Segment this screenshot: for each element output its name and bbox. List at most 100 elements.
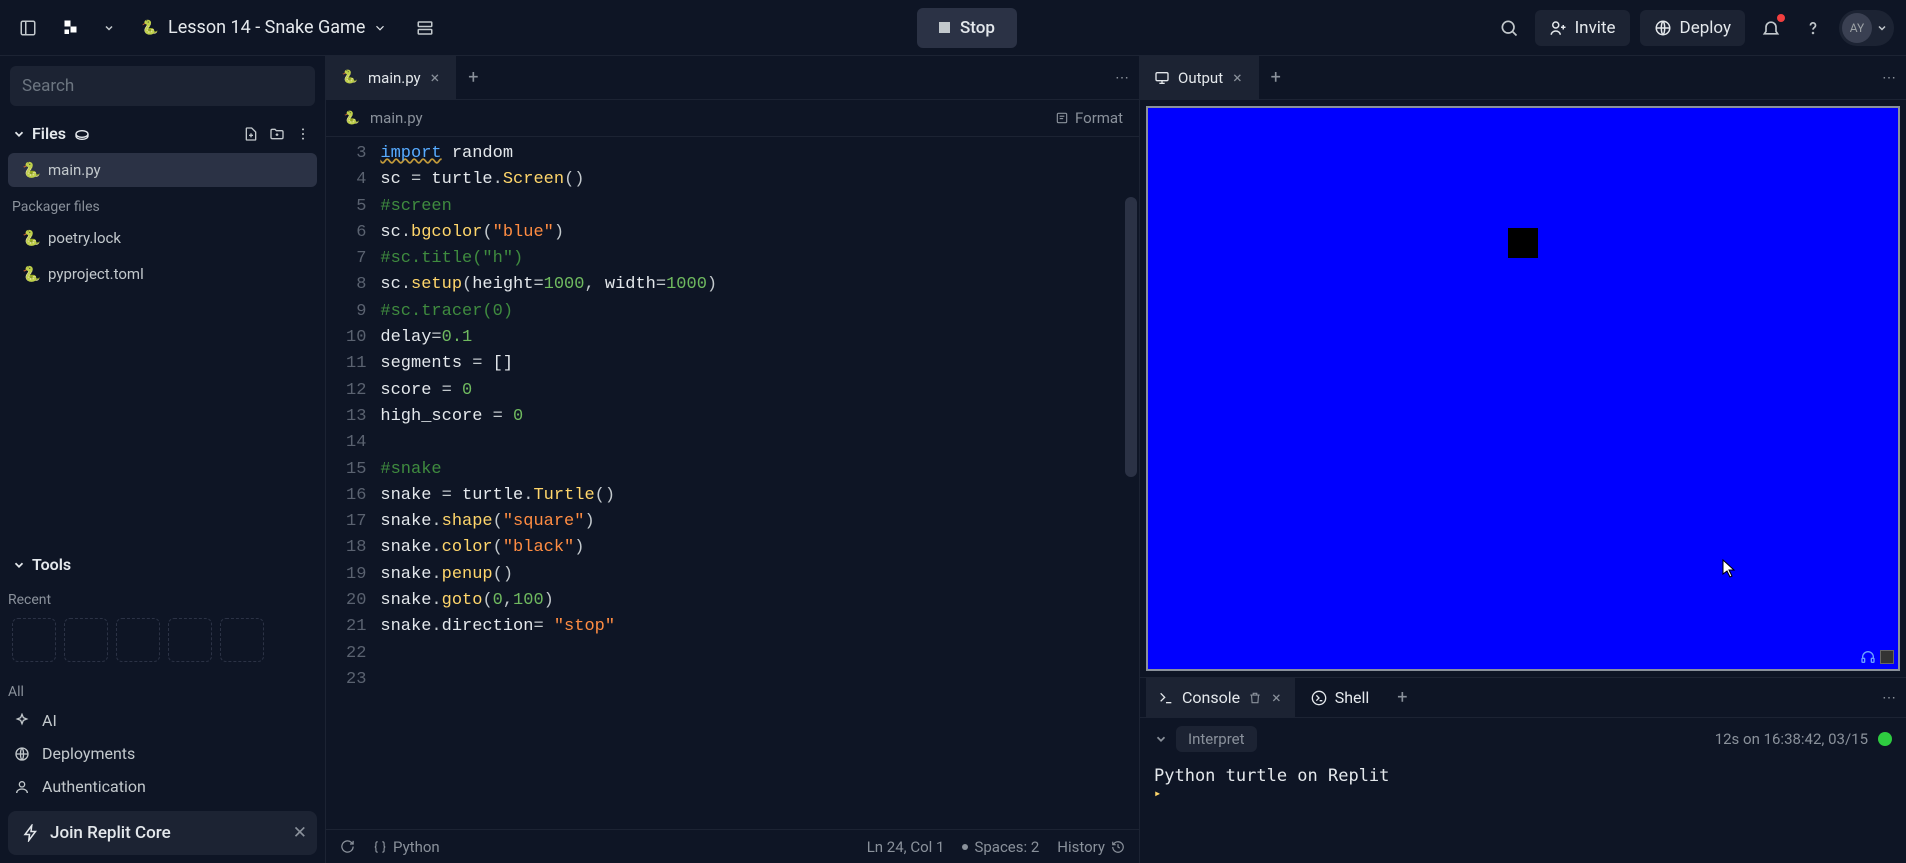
output-tab-bar: Output × + ⋯ — [1140, 56, 1906, 100]
scrollbar[interactable] — [1125, 197, 1137, 477]
tool-item-ai[interactable]: AI — [0, 704, 325, 737]
chevron-down-icon — [373, 21, 387, 35]
chevron-down-icon — [1876, 22, 1888, 34]
new-file-icon[interactable] — [241, 126, 261, 142]
history-button[interactable]: History — [1057, 838, 1125, 856]
console-status-bar: Interpret 12s on 16:38:42, 03/15 — [1140, 718, 1906, 760]
packager-label: Packager files — [0, 189, 325, 219]
trash-icon[interactable] — [1248, 691, 1262, 705]
close-tab-icon[interactable]: × — [429, 68, 442, 87]
notifications-icon[interactable] — [1755, 12, 1787, 44]
python-icon: 🐍 — [22, 265, 38, 283]
help-icon[interactable] — [1797, 12, 1829, 44]
sidebar: Search Files 🐍main.py Packager files 🐍po… — [0, 56, 326, 863]
console-output[interactable]: Python turtle on Replit ▸ — [1140, 760, 1906, 806]
deploy-icon — [14, 746, 30, 762]
language-indicator[interactable]: Python — [373, 838, 440, 856]
python-icon: 🐍 — [342, 108, 362, 128]
tab-menu-icon[interactable]: ⋯ — [1882, 690, 1896, 706]
invite-button[interactable]: Invite — [1535, 10, 1630, 46]
cursor-icon — [1722, 559, 1738, 579]
python-icon: 🐍 — [22, 161, 38, 179]
status-dot-icon — [1878, 732, 1892, 746]
spaces-indicator[interactable]: Spaces: 2 — [962, 838, 1039, 856]
search-input[interactable]: Search — [10, 66, 315, 106]
braces-icon — [373, 840, 387, 854]
new-folder-icon[interactable] — [267, 126, 287, 142]
add-tab-button[interactable]: + — [456, 67, 490, 88]
recent-label: Recent — [0, 582, 325, 612]
close-icon[interactable]: ✕ — [293, 823, 307, 843]
console-tab-bar: Console × Shell + ⋯ — [1140, 678, 1906, 718]
console-tab[interactable]: Console × — [1146, 678, 1295, 717]
code-editor[interactable]: 34567891011121314151617181920212223 impo… — [326, 137, 1139, 829]
files-section-header[interactable]: Files — [0, 116, 325, 151]
search-icon[interactable] — [1493, 12, 1525, 44]
history-icon — [1111, 840, 1125, 854]
file-item[interactable]: 🐍main.py — [8, 153, 317, 187]
format-button[interactable]: Format — [1055, 109, 1123, 127]
shell-tab[interactable]: Shell — [1299, 678, 1382, 717]
file-item[interactable]: 🐍poetry.lock — [8, 221, 317, 255]
avatar: AY — [1842, 13, 1872, 43]
add-tab-button[interactable]: + — [1385, 687, 1419, 708]
more-icon[interactable] — [293, 126, 313, 142]
headphones-icon[interactable] — [1860, 649, 1876, 665]
breadcrumb[interactable]: main.py — [370, 109, 423, 127]
interpret-chip[interactable]: Interpret — [1176, 726, 1257, 752]
lightning-icon — [22, 824, 40, 842]
resize-handle-icon[interactable] — [1880, 650, 1894, 664]
tools-section-header[interactable]: Tools — [0, 547, 325, 582]
tab-menu-icon[interactable]: ⋯ — [1115, 70, 1129, 86]
add-tab-button[interactable]: + — [1259, 67, 1293, 88]
line-gutter: 34567891011121314151617181920212223 — [326, 137, 380, 829]
close-tab-icon[interactable]: × — [1231, 68, 1244, 87]
prompt-caret: ▸ — [1154, 786, 1892, 800]
chevron-down-icon — [12, 558, 26, 572]
globe-icon — [1654, 19, 1672, 37]
replit-logo-icon[interactable] — [56, 12, 88, 44]
tool-item-deployments[interactable]: Deployments — [0, 737, 325, 770]
stop-button[interactable]: Stop — [917, 8, 1017, 48]
console-pane: Console × Shell + ⋯ Interpret 12s on 16:… — [1140, 677, 1906, 863]
snake-square — [1508, 228, 1538, 258]
file-item[interactable]: 🐍pyproject.toml — [8, 257, 317, 291]
turtle-canvas[interactable] — [1146, 106, 1900, 671]
chevron-down-icon[interactable] — [1154, 732, 1168, 746]
editor-status-bar: Python Ln 24, Col 1 Spaces: 2 History — [326, 829, 1139, 863]
python-icon: 🐍 — [140, 18, 160, 38]
cursor-position[interactable]: Ln 24, Col 1 — [867, 838, 945, 856]
right-pane: Output × + ⋯ Console — [1140, 56, 1906, 863]
chevron-down-icon[interactable] — [100, 12, 118, 44]
all-label: All — [0, 674, 325, 704]
python-icon: 🐍 — [340, 68, 360, 88]
sync-icon[interactable] — [74, 126, 90, 142]
panel-toggle-icon[interactable] — [12, 12, 44, 44]
stop-icon — [939, 22, 950, 33]
server-icon[interactable] — [409, 12, 441, 44]
monitor-icon — [1154, 70, 1170, 86]
breadcrumb-bar: 🐍 main.py Format — [326, 100, 1139, 137]
account-menu[interactable]: AY — [1839, 10, 1894, 46]
join-core-banner[interactable]: Join Replit Core ✕ — [8, 811, 317, 855]
project-title: Lesson 14 - Snake Game — [168, 17, 365, 38]
refresh-icon[interactable] — [340, 839, 355, 854]
ai-icon — [14, 713, 30, 729]
project-name-dropdown[interactable]: 🐍 Lesson 14 - Snake Game — [130, 13, 397, 42]
output-area — [1140, 100, 1906, 677]
chevron-down-icon — [12, 127, 26, 141]
output-tab[interactable]: Output × — [1140, 56, 1259, 99]
editor-tab[interactable]: 🐍 main.py × — [326, 56, 456, 99]
recent-tools-placeholder — [0, 612, 325, 674]
shell-icon — [1311, 690, 1327, 706]
terminal-icon — [1158, 690, 1174, 706]
python-icon: 🐍 — [22, 229, 38, 247]
format-icon — [1055, 111, 1069, 125]
user-plus-icon — [1549, 19, 1567, 37]
tab-menu-icon[interactable]: ⋯ — [1882, 70, 1896, 86]
deploy-button[interactable]: Deploy — [1640, 10, 1745, 46]
close-tab-icon[interactable]: × — [1270, 688, 1283, 707]
tool-item-authentication[interactable]: Authentication — [0, 770, 325, 803]
editor-tab-bar: 🐍 main.py × + ⋯ — [326, 56, 1139, 100]
editor-pane: 🐍 main.py × + ⋯ 🐍 main.py Format 3456789… — [326, 56, 1140, 863]
